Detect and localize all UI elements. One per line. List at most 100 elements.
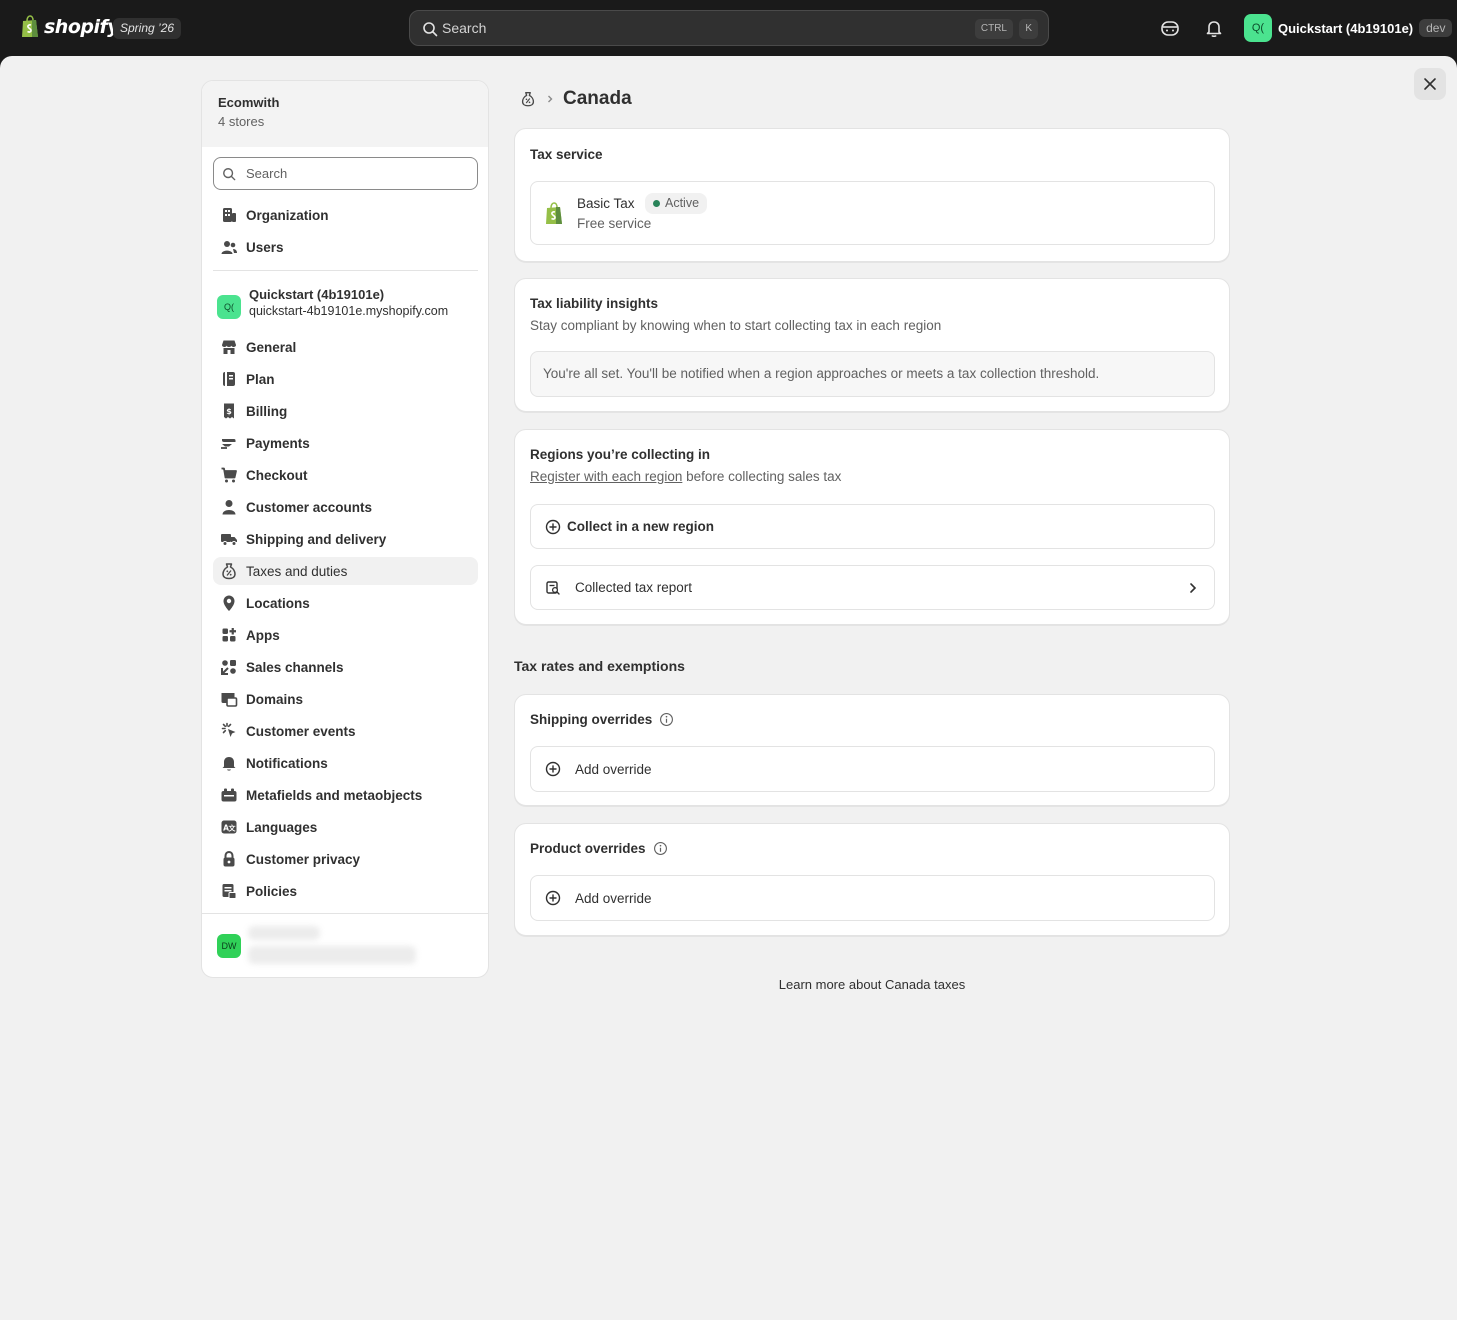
sidebar-item-label: Notifications	[246, 755, 328, 771]
sidebar-item-label: Checkout	[246, 467, 308, 483]
sidebar-item-sales-channels[interactable]: Sales channels	[213, 653, 478, 681]
tax-rates-section-heading: Tax rates and exemptions	[514, 658, 685, 674]
tax-service-title: Tax service	[530, 147, 603, 162]
plus-circle-icon	[545, 890, 561, 906]
language-icon: A文	[221, 820, 237, 834]
report-search-icon	[546, 581, 560, 595]
sidebar-item-customer-privacy[interactable]: Customer privacy	[213, 845, 478, 873]
collect-new-region-button[interactable]: Collect in a new region	[530, 504, 1215, 549]
sidebar-item-label: Customer events	[246, 723, 356, 739]
sidebar-item-taxes-and-duties[interactable]: Taxes and duties	[213, 557, 478, 585]
collected-tax-report-row[interactable]: Collected tax report	[530, 565, 1215, 610]
add-shipping-override-button[interactable]: Add override	[530, 746, 1215, 792]
sidebar-item-billing[interactable]: $ Billing	[213, 397, 478, 425]
sidebar-item-users[interactable]: Users	[213, 233, 478, 261]
status-badge: Active	[645, 193, 708, 214]
regions-subtitle: Register with each region before collect…	[530, 469, 841, 484]
info-icon[interactable]	[659, 712, 674, 727]
register-region-link[interactable]: Register with each region	[530, 469, 682, 484]
sidebar-divider	[213, 270, 478, 271]
search-placeholder: Search	[442, 20, 487, 36]
sidebar-item-label: Billing	[246, 403, 288, 419]
info-icon[interactable]	[653, 841, 668, 856]
sidebar-item-label: Customer accounts	[246, 499, 373, 515]
sidebar-item-plan[interactable]: Plan	[213, 365, 478, 393]
sidebar-item-domains[interactable]: Domains	[213, 685, 478, 713]
store-name: Quickstart (4b19101e)	[1278, 20, 1414, 36]
sidebar-user-account[interactable]: DW	[202, 913, 488, 977]
plus-circle-icon	[545, 761, 561, 777]
store-switcher[interactable]: Q( Quickstart (4b19101e) dev	[1244, 14, 1453, 42]
sidebar-store-info[interactable]: Q( Quickstart (4b19101e) quickstart-4b19…	[217, 287, 448, 319]
sidebar-item-label: Shipping and delivery	[246, 531, 387, 547]
organization-store-count: 4 stores	[218, 114, 265, 129]
sidebar-item-shipping-and-delivery[interactable]: Shipping and delivery	[213, 525, 478, 553]
shopify-logo[interactable]: shopify	[20, 15, 120, 39]
sidebar-item-checkout[interactable]: Checkout	[213, 461, 478, 489]
metafields-icon	[221, 788, 237, 802]
shopify-wordmark: shopify	[44, 16, 120, 38]
tax-service-subtitle: Free service	[577, 216, 652, 231]
svg-text:$: $	[226, 407, 232, 416]
settings-search-input[interactable]: Search	[213, 157, 478, 190]
cursor-icon	[221, 722, 236, 737]
learn-more-link[interactable]: Learn more about Canada taxes	[514, 977, 1230, 992]
regions-subtitle-text: before collecting sales tax	[682, 469, 842, 484]
insights-title: Tax liability insights	[530, 296, 659, 311]
top-bar: shopify Spring ’26 Search CTRL K Q( Quic…	[0, 0, 1457, 56]
add-product-override-button[interactable]: Add override	[530, 875, 1215, 921]
edition-badge[interactable]: Spring ’26	[113, 18, 182, 39]
organization-header[interactable]: Ecomwith 4 stores	[202, 81, 488, 147]
sidebar-item-label: Plan	[246, 371, 275, 387]
lock-icon	[223, 850, 235, 867]
basic-tax-service-row[interactable]: Basic Tax Active Free service	[530, 181, 1215, 245]
insights-notice: You're all set. You'll be notified when …	[530, 351, 1215, 397]
add-override-label: Add override	[575, 891, 652, 906]
global-search-bar[interactable]: Search CTRL K	[409, 10, 1049, 46]
page-title: Canada	[563, 88, 632, 109]
channels-icon	[221, 660, 236, 675]
tax-icon	[222, 563, 236, 580]
collected-tax-report-label: Collected tax report	[575, 580, 693, 595]
tax-liability-insights-card: Tax liability insights Stay compliant by…	[514, 278, 1230, 412]
breadcrumb: Canada	[519, 88, 632, 110]
sidebar-item-label: Locations	[246, 595, 310, 611]
sidebar-item-customer-accounts[interactable]: Customer accounts	[213, 493, 478, 521]
store-icon	[222, 340, 236, 354]
sidebar-item-policies[interactable]: Policies	[213, 877, 478, 905]
sidebar-item-locations[interactable]: Locations	[213, 589, 478, 617]
close-icon	[1424, 78, 1436, 90]
close-settings-button[interactable]	[1414, 68, 1446, 100]
redacted-user-name	[248, 926, 320, 940]
sidebar-item-customer-events[interactable]: Customer events	[213, 717, 478, 745]
tax-service-name: Basic Tax	[577, 196, 635, 211]
sidebar-item-organization[interactable]: Organization	[213, 201, 478, 229]
store-avatar: Q(	[1244, 14, 1272, 42]
chevron-right-icon	[1190, 583, 1197, 593]
search-icon	[423, 22, 438, 37]
sidebar-item-metafields-and-metaobjects[interactable]: Metafields and metaobjects	[213, 781, 478, 809]
person-icon	[222, 500, 236, 515]
product-overrides-card: Product overrides Add override	[514, 823, 1230, 936]
sidebar-item-label: Metafields and metaobjects	[246, 787, 423, 803]
sidebar-item-payments[interactable]: Payments	[213, 429, 478, 457]
sidekick-icon[interactable]	[1159, 17, 1181, 39]
sidebar-item-label: Apps	[246, 627, 280, 643]
sidebar-item-general[interactable]: General	[213, 333, 478, 361]
receipt-icon: $	[224, 403, 234, 419]
redacted-user-email	[248, 946, 416, 964]
sidebar-item-notifications[interactable]: Notifications	[213, 749, 478, 777]
cart-icon	[221, 467, 237, 483]
regions-card: Regions you’re collecting in Register wi…	[514, 429, 1230, 625]
truck-icon	[221, 534, 237, 546]
sidebar-item-apps[interactable]: Apps	[213, 621, 478, 649]
sidebar-store-url: quickstart-4b19101e.myshopify.com	[249, 304, 449, 318]
tax-service-card: Tax service Basic Tax Active Free servic…	[514, 128, 1230, 262]
regions-title: Regions you’re collecting in	[530, 447, 711, 462]
sidebar-item-languages[interactable]: A文 Languages	[213, 813, 478, 841]
tax-icon[interactable]	[519, 90, 537, 108]
sidebar-item-label: Domains	[246, 691, 304, 707]
notifications-bell-icon[interactable]	[1203, 17, 1225, 39]
domain-icon	[221, 693, 238, 707]
shipping-overrides-title: Shipping overrides	[530, 712, 653, 727]
